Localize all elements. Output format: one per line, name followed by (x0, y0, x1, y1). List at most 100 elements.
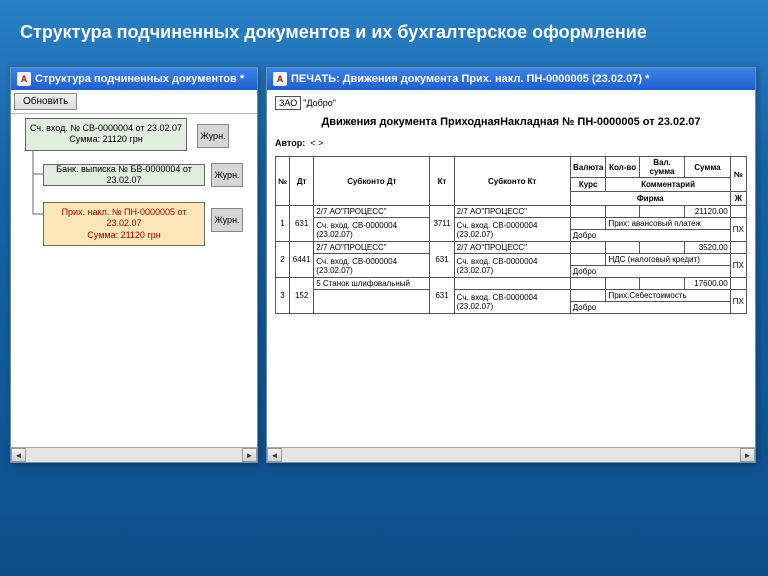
table-row: 2 6441 2/7 АО"ПРОЦЕСС" 631 2/7 АО"ПРОЦЕС… (276, 242, 747, 254)
h-scrollbar[interactable]: ◄ ► (267, 447, 755, 462)
table-body: 1 631 2/7 АО"ПРОЦЕСС" 3711 2/7 АО"ПРОЦЕС… (276, 206, 747, 314)
cell-n: 3 (276, 278, 290, 314)
cell-empty (606, 206, 639, 218)
cell-empty (570, 290, 606, 302)
slide-title: Структура подчиненных документов и их бу… (0, 0, 768, 67)
author-label: Автор: (275, 138, 305, 148)
h-scrollbar[interactable]: ◄ ► (11, 447, 257, 462)
cell-empty (639, 206, 684, 218)
cell-amount: 3520.00 (685, 242, 730, 254)
org-row: ЗАО "Добро" (275, 96, 747, 110)
structure-title-text: Структура подчиненных документов * (35, 73, 244, 85)
panels-container: A Структура подчиненных документов * Обн… (0, 67, 768, 463)
cell-empty (570, 254, 606, 266)
print-title-text: ПЕЧАТЬ: Движения документа Прих. накл. П… (291, 73, 649, 85)
col-summa: Сумма (685, 157, 730, 178)
col-kolvo: Кол-во (606, 157, 639, 178)
cell-kt: 631 (430, 278, 454, 314)
journal-button[interactable]: Журн. (211, 208, 243, 232)
cell-empty (730, 278, 746, 290)
cell-n: 1 (276, 206, 290, 242)
org-name: "Добро" (303, 98, 336, 108)
app-icon: A (17, 72, 31, 86)
cell-subdt2: Сч. вход. СВ-0000004 (23.02.07) (314, 218, 430, 242)
tree-node-bank-statement[interactable]: Банк. выписка № БВ-0000004 от 23.02.07 (43, 164, 205, 186)
cell-dt: 6441 (290, 242, 314, 278)
cell-dt: 152 (290, 278, 314, 314)
cell-empty (639, 278, 684, 290)
structure-titlebar: A Структура подчиненных документов * (11, 68, 257, 90)
structure-body: Обновить Сч. вход. № СВ-0000004 от 23.02… (11, 90, 257, 447)
cell-empty (606, 278, 639, 290)
table-row: Сч. вход. СВ-0000004 (23.02.07) Сч. вход… (276, 218, 747, 230)
refresh-button[interactable]: Обновить (14, 93, 77, 110)
tree-node-receipt-invoice[interactable]: Прих. накл. № ПН-0000005 от 23.02.07 Сум… (43, 202, 205, 246)
scroll-right-icon[interactable]: ► (242, 448, 257, 462)
print-window: A ПЕЧАТЬ: Движения документа Прих. накл.… (266, 67, 756, 463)
col-zh: Ж (730, 192, 746, 206)
cell-comment: НДС (налоговый кредит) (606, 254, 730, 266)
col-sub-kt: Субконто Кт (454, 157, 570, 206)
journal-button[interactable]: Журн. (211, 163, 243, 187)
structure-toolbar: Обновить (11, 90, 257, 114)
table-row: Сч. вход. СВ-0000004 (23.02.07) Сч. вход… (276, 254, 747, 266)
scroll-right-icon[interactable]: ► (740, 448, 755, 462)
node-line1: Сч. вход. № СВ-0000004 от 23.02.07 (28, 123, 184, 134)
cell-comment: Прих: авансовый платеж (606, 218, 730, 230)
cell-firma: Добро (570, 230, 730, 242)
cell-zh: ПХ (730, 254, 746, 278)
cell-empty (606, 242, 639, 254)
tree-connectors (11, 114, 257, 434)
cell-kt: 3711 (430, 206, 454, 242)
col-kurs: Курс (570, 178, 606, 192)
col-valsum: Вал. сумма (639, 157, 684, 178)
col-valuta: Валюта (570, 157, 606, 178)
cell-zh: ПХ (730, 290, 746, 314)
accounting-table: № Дт Субконто Дт Кт Субконто Кт Валюта К… (275, 156, 747, 314)
cell-subdt2 (314, 290, 430, 314)
author-row: Автор: < > (275, 138, 747, 148)
cell-subdt1: 2/7 АО"ПРОЦЕСС" (314, 206, 430, 218)
col-kt: Кт (430, 157, 454, 206)
cell-subdt1: 5 Станок шлифовальный (314, 278, 430, 290)
table-row: Сч. вход. СВ-0000004 (23.02.07) Прих:Себ… (276, 290, 747, 302)
cell-zh: ПХ (730, 218, 746, 242)
journal-button[interactable]: Журн. (197, 124, 229, 148)
cell-empty (570, 206, 606, 218)
scroll-left-icon[interactable]: ◄ (11, 448, 26, 462)
cell-empty (570, 218, 606, 230)
col-comment: Комментарий (606, 178, 730, 192)
cell-firma: Добро (570, 266, 730, 278)
cell-subkt1: 2/7 АО"ПРОЦЕСС" (454, 206, 570, 218)
org-prefix: ЗАО (275, 96, 301, 110)
col-sub-dt: Субконто Дт (314, 157, 430, 206)
node-line1: Прих. накл. № ПН-0000005 от 23.02.07 (46, 207, 202, 230)
table-row: 1 631 2/7 АО"ПРОЦЕСС" 3711 2/7 АО"ПРОЦЕС… (276, 206, 747, 218)
cell-subkt2: Сч. вход. СВ-0000004 (23.02.07) (454, 290, 570, 314)
print-body: ЗАО "Добро" Движения документа Приходная… (267, 90, 755, 447)
cell-kt: 631 (430, 242, 454, 278)
cell-amount: 17600.00 (685, 278, 730, 290)
doc-heading: Движения документа ПриходнаяНакладная № … (275, 116, 747, 128)
cell-amount: 21120.00 (685, 206, 730, 218)
cell-subkt2: Сч. вход. СВ-0000004 (23.02.07) (454, 254, 570, 278)
cell-firma: Добро (570, 302, 730, 314)
cell-empty (730, 206, 746, 218)
node-line2: Сумма: 21120 грн (46, 230, 202, 241)
tree-node-invoice-in[interactable]: Сч. вход. № СВ-0000004 от 23.02.07 Сумма… (25, 118, 187, 151)
cell-subdt1: 2/7 АО"ПРОЦЕСС" (314, 242, 430, 254)
author-value: < > (310, 138, 323, 148)
col-no: № (276, 157, 290, 206)
cell-subkt1: 2/7 АО"ПРОЦЕСС" (454, 242, 570, 254)
cell-empty (730, 242, 746, 254)
structure-window: A Структура подчиненных документов * Обн… (10, 67, 258, 463)
node-line2: Сумма: 21120 грн (28, 134, 184, 145)
col-dt: Дт (290, 157, 314, 206)
cell-subkt1 (454, 278, 570, 290)
col-no2: № (730, 157, 746, 192)
cell-empty (570, 242, 606, 254)
print-titlebar: A ПЕЧАТЬ: Движения документа Прих. накл.… (267, 68, 755, 90)
scroll-left-icon[interactable]: ◄ (267, 448, 282, 462)
cell-comment: Прих:Себестоимость (606, 290, 730, 302)
cell-subdt2: Сч. вход. СВ-0000004 (23.02.07) (314, 254, 430, 278)
